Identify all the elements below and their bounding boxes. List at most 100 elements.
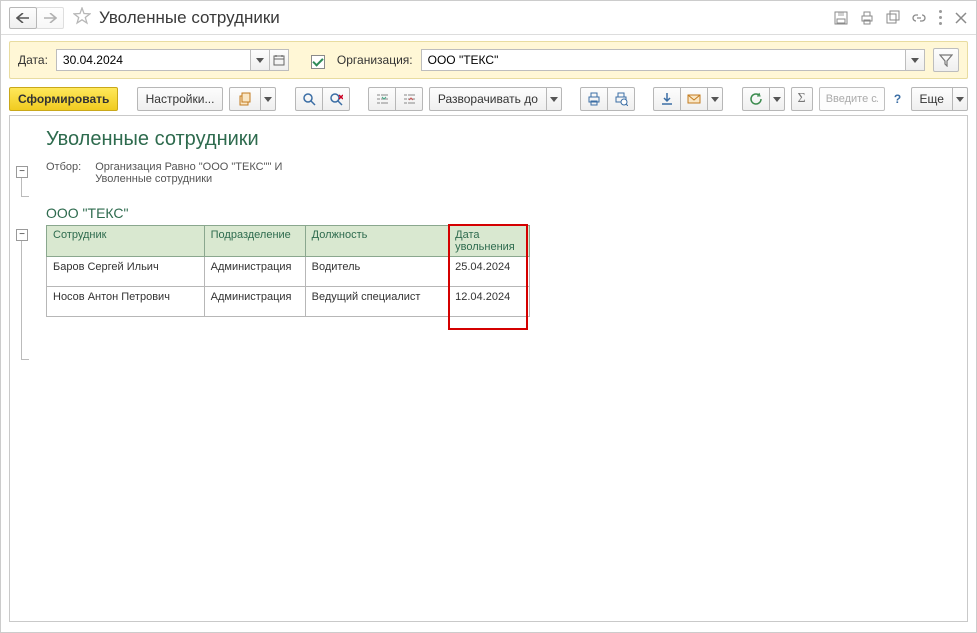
expand-to-label: Разворачивать до [438, 92, 538, 106]
cell-employee: Баров Сергей Ильич [47, 257, 205, 287]
cell-date: 12.04.2024 [449, 287, 530, 317]
cell-date: 25.04.2024 [449, 257, 530, 287]
filter-settings-button[interactable] [933, 48, 959, 72]
quick-search-input[interactable] [824, 92, 880, 106]
filter-bar: Дата: Организация: [9, 41, 968, 79]
org-dropdown-button[interactable] [905, 49, 925, 71]
cell-position: Водитель [305, 257, 448, 287]
org-input[interactable] [421, 49, 906, 71]
collapse-tree-icon [402, 92, 416, 106]
variants-dropdown[interactable] [260, 87, 276, 111]
print-preview-icon [614, 92, 628, 106]
print-preview-button[interactable] [607, 87, 635, 111]
chevron-down-icon [711, 97, 719, 102]
email-icon [687, 93, 701, 105]
quick-search[interactable] [819, 87, 885, 111]
window-title: Уволенные сотрудники [99, 8, 280, 28]
report-scroll[interactable]: − − Уволенные сотрудники Отбор: Организа… [10, 116, 967, 621]
date-dropdown-button[interactable] [250, 49, 270, 71]
expand-to-group: Разворачивать до [429, 87, 562, 111]
date-input[interactable] [56, 49, 251, 71]
period-dropdown[interactable] [769, 87, 785, 111]
col-header-date: Дата увольнения [449, 226, 530, 257]
printer-icon [587, 92, 601, 106]
outline-gutter: − − [10, 116, 40, 621]
save-icon[interactable] [833, 10, 849, 26]
close-icon[interactable] [954, 11, 968, 25]
report-title: Уволенные сотрудники [46, 128, 957, 151]
generate-button-label: Сформировать [18, 92, 109, 106]
cell-position: Ведущий специалист [305, 287, 448, 317]
send-dropdown[interactable] [707, 87, 723, 111]
collapse-all-button[interactable] [395, 87, 423, 111]
period-button[interactable] [742, 87, 770, 111]
table-header-row: Сотрудник Подразделение Должность Дата у… [47, 226, 530, 257]
link-icon[interactable] [911, 10, 927, 26]
more-dropdown[interactable] [952, 87, 968, 111]
refresh-icon [749, 92, 763, 106]
more-button[interactable]: Еще [911, 87, 953, 111]
more-menu-icon[interactable] [937, 10, 944, 25]
more-group: Еще [911, 87, 968, 111]
expand-tree-icon [375, 92, 389, 106]
cell-department: Администрация [204, 257, 305, 287]
chevron-down-icon [256, 58, 264, 63]
settings-button[interactable]: Настройки... [137, 87, 224, 111]
cell-department: Администрация [204, 287, 305, 317]
sum-button[interactable]: Σ [791, 87, 813, 111]
outline-toggle-2[interactable]: − [16, 229, 28, 241]
help-button[interactable]: ? [891, 90, 905, 108]
col-header-department: Подразделение [204, 226, 305, 257]
toolbar: Сформировать Настройки... Разворачивать … [1, 83, 976, 117]
table-row[interactable]: Баров Сергей Ильич Администрация Водител… [47, 257, 530, 287]
print-header-icon[interactable] [859, 10, 875, 26]
arrow-right-icon [43, 13, 57, 23]
org-label: Организация: [337, 53, 413, 67]
expand-all-button[interactable] [368, 87, 396, 111]
report-org-heading: ООО "ТЕКС" [46, 205, 957, 221]
nav-back-button[interactable] [9, 7, 37, 29]
find-prev-button[interactable] [322, 87, 350, 111]
report-content: Уволенные сотрудники Отбор: Организация … [40, 116, 967, 621]
search-icon [302, 92, 316, 106]
report-table: Сотрудник Подразделение Должность Дата у… [46, 225, 530, 317]
col-header-position: Должность [305, 226, 448, 257]
chevron-down-icon [264, 97, 272, 102]
nav-forward-button[interactable] [36, 7, 64, 29]
arrow-left-icon [16, 13, 30, 23]
org-checkbox[interactable] [311, 55, 325, 69]
date-field [56, 49, 289, 71]
copy-icon [238, 92, 252, 106]
expand-to-button[interactable]: Разворачивать до [429, 87, 547, 111]
variants-group [229, 87, 276, 111]
sigma-icon: Σ [798, 91, 806, 107]
org-field [421, 49, 925, 71]
sigma-group [742, 87, 785, 111]
new-window-icon[interactable] [885, 10, 901, 26]
expand-collapse-group [368, 87, 423, 111]
find-group [295, 87, 350, 111]
print-button[interactable] [580, 87, 608, 111]
date-label: Дата: [18, 53, 48, 67]
date-calendar-button[interactable] [269, 49, 289, 71]
export-group [653, 87, 723, 111]
favorite-star-icon[interactable] [73, 7, 91, 28]
outline-toggle-1[interactable]: − [16, 166, 28, 178]
download-icon [660, 92, 674, 106]
calendar-icon [273, 54, 285, 66]
print-group [580, 87, 635, 111]
variants-button[interactable] [229, 87, 261, 111]
col-header-employee: Сотрудник [47, 226, 205, 257]
send-email-button[interactable] [680, 87, 708, 111]
chevron-down-icon [550, 97, 558, 102]
expand-to-dropdown[interactable] [546, 87, 562, 111]
save-file-button[interactable] [653, 87, 681, 111]
table-row[interactable]: Носов Антон Петрович Администрация Ведущ… [47, 287, 530, 317]
report-filter-row: Отбор: Организация Равно "ООО "ТЕКС"" И … [46, 161, 957, 185]
settings-button-label: Настройки... [146, 92, 215, 106]
generate-button[interactable]: Сформировать [9, 87, 118, 111]
title-bar: Уволенные сотрудники [1, 1, 976, 35]
find-button[interactable] [295, 87, 323, 111]
funnel-icon [939, 53, 953, 67]
report-filter-caption: Отбор: [46, 161, 81, 185]
